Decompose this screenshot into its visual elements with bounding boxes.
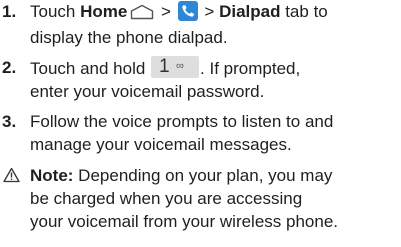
step-2-line-2: enter your voicemail password. (30, 82, 265, 101)
step-number: 1. (2, 2, 17, 21)
note-label: Note: (30, 166, 74, 185)
key-digit: 1 (159, 56, 170, 77)
step-1-line-2: display the phone dialpad. (30, 28, 228, 47)
home-icon (130, 3, 154, 26)
step-3-line-1: Follow the voice prompts to listen to an… (30, 112, 334, 131)
separator: > (156, 2, 176, 21)
step-number: 2. (2, 58, 17, 77)
step-1-line-1: Touch Home > > Dialpad tab to (30, 0, 395, 26)
step-2-line-1: Touch and hold 1 ∞. If prompted, (30, 56, 395, 80)
voicemail-icon: ∞ (176, 60, 184, 72)
step-3-line-2: manage your voicemail messages. (30, 135, 292, 154)
home-label: Home (80, 2, 128, 21)
note-text: Depending on your plan, you may (73, 166, 333, 185)
step-text: tab to (280, 2, 328, 21)
step-text: Touch (30, 2, 81, 21)
step-text: Touch and hold (30, 59, 151, 78)
note-line-1: Note: Depending on your plan, you may (30, 164, 395, 187)
note-line-3: your voicemail from your wireless phone. (30, 212, 339, 231)
dialpad-label: Dialpad (219, 2, 281, 21)
warning-icon (3, 166, 23, 186)
separator: > (199, 2, 220, 21)
phone-app-icon (177, 1, 198, 21)
step-number: 3. (2, 112, 17, 131)
note-line-2: be charged when you are accessing (30, 189, 303, 208)
dialpad-key-1: 1 ∞ (151, 56, 200, 78)
step-text: . If prompted, (200, 59, 301, 78)
instruction-document: 1. Touch Home > > Dialpad tab to display… (0, 0, 401, 247)
